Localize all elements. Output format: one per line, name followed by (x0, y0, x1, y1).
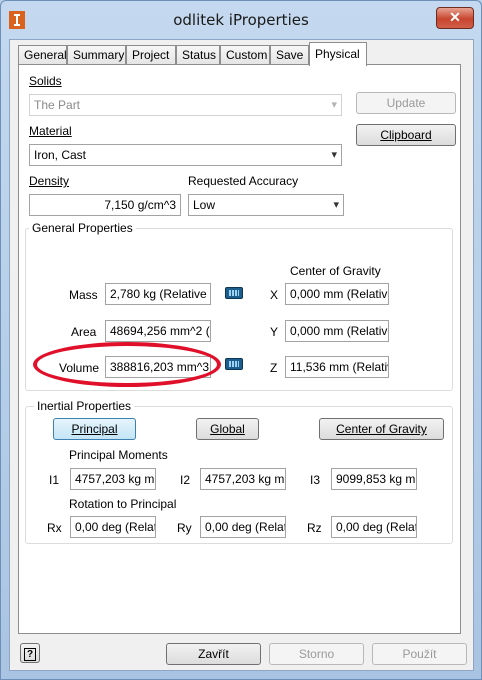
requested-accuracy-label: Requested Accuracy (188, 174, 299, 188)
density-field[interactable]: 7,150 g/cm^3 (29, 194, 181, 216)
calculator-icon[interactable] (225, 358, 243, 370)
solids-label: Solids (29, 74, 62, 88)
volume-highlight-ellipse (33, 342, 221, 387)
accuracy-value: Low (193, 198, 216, 212)
rz-field[interactable]: 0,00 deg (Relat (331, 516, 417, 538)
solids-dropdown[interactable]: The Part ▾ (29, 94, 342, 116)
material-label-text: Material (29, 124, 72, 138)
center-of-gravity-button[interactable]: Center of Gravity (319, 418, 444, 440)
material-dropdown[interactable]: Iron, Cast ▾ (29, 144, 342, 166)
area-field[interactable]: 48694,256 mm^2 ( (105, 320, 211, 342)
area-label: Area (71, 325, 97, 339)
rz-label: Rz (307, 521, 322, 535)
i1-field[interactable]: 4757,203 kg mr (70, 468, 156, 490)
material-label: Material (29, 124, 72, 138)
help-button[interactable]: ? (20, 643, 40, 663)
close-button[interactable]: Zavřít (166, 643, 261, 665)
tab-save[interactable]: Save (270, 45, 309, 65)
center-of-gravity-label: Center of Gravity (290, 264, 381, 278)
tab-general[interactable]: General (18, 45, 67, 65)
chevron-down-icon: ▾ (331, 99, 337, 111)
principal-moments-label: Principal Moments (69, 448, 168, 462)
calculator-icon[interactable] (225, 287, 243, 299)
tab-custom[interactable]: Custom (220, 45, 270, 65)
close-window-button[interactable]: ✕ (436, 7, 474, 29)
cancel-button[interactable]: Storno (269, 643, 364, 665)
i3-field[interactable]: 9099,853 kg mr (331, 468, 417, 490)
material-value: Iron, Cast (34, 148, 87, 162)
solids-label-text: Solids (29, 74, 62, 88)
i1-label: I1 (49, 473, 60, 487)
title-bar[interactable]: odlitek iProperties ✕ (1, 1, 481, 39)
accuracy-dropdown[interactable]: Low ▾ (188, 194, 344, 216)
tab-summary[interactable]: Summary (67, 45, 126, 65)
cog-button-label: Center of Gravity (336, 422, 427, 436)
clipboard-button[interactable]: Clipboard (356, 124, 456, 146)
i2-label: I2 (180, 473, 191, 487)
density-label: Density (29, 174, 69, 188)
tab-project[interactable]: Project (126, 45, 176, 65)
iproperties-window: odlitek iProperties ✕ General Summary Pr… (0, 0, 482, 680)
chevron-down-icon: ▾ (333, 199, 339, 211)
global-button-label: Global (210, 422, 245, 436)
general-properties-title: General Properties (29, 221, 136, 235)
rx-field[interactable]: 0,00 deg (Relat (70, 516, 156, 538)
inertial-properties-title: Inertial Properties (34, 399, 135, 413)
chevron-down-icon: ▾ (331, 149, 337, 161)
tab-physical[interactable]: Physical (309, 42, 367, 66)
apply-button[interactable]: Použít (372, 643, 467, 665)
rx-label: Rx (47, 521, 62, 535)
i2-field[interactable]: 4757,203 kg mr (200, 468, 286, 490)
help-icon: ? (24, 648, 36, 661)
mass-field[interactable]: 2,780 kg (Relative E (105, 283, 211, 305)
i3-label: I3 (310, 473, 321, 487)
window-title: odlitek iProperties (173, 11, 309, 29)
cog-x-field[interactable]: 0,000 mm (Relative (285, 283, 389, 305)
principal-button[interactable]: Principal (53, 418, 136, 440)
cog-z-field[interactable]: 11,536 mm (Relativ (285, 356, 389, 378)
principal-button-label: Principal (71, 422, 118, 436)
y-label: Y (270, 325, 279, 339)
tab-status[interactable]: Status (176, 45, 220, 65)
rotation-to-principal-label: Rotation to Principal (69, 497, 177, 511)
solids-value: The Part (34, 98, 81, 112)
clipboard-button-label: Clipboard (380, 128, 432, 142)
update-button[interactable]: Update (356, 92, 456, 114)
density-label-text: Density (29, 174, 70, 188)
ry-label: Ry (177, 521, 192, 535)
z-label: Z (270, 361, 278, 375)
mass-label: Mass (69, 288, 98, 302)
x-label: X (270, 288, 279, 302)
ry-field[interactable]: 0,00 deg (Relat (200, 516, 286, 538)
global-button[interactable]: Global (196, 418, 259, 440)
cog-y-field[interactable]: 0,000 mm (Relative (285, 320, 389, 342)
